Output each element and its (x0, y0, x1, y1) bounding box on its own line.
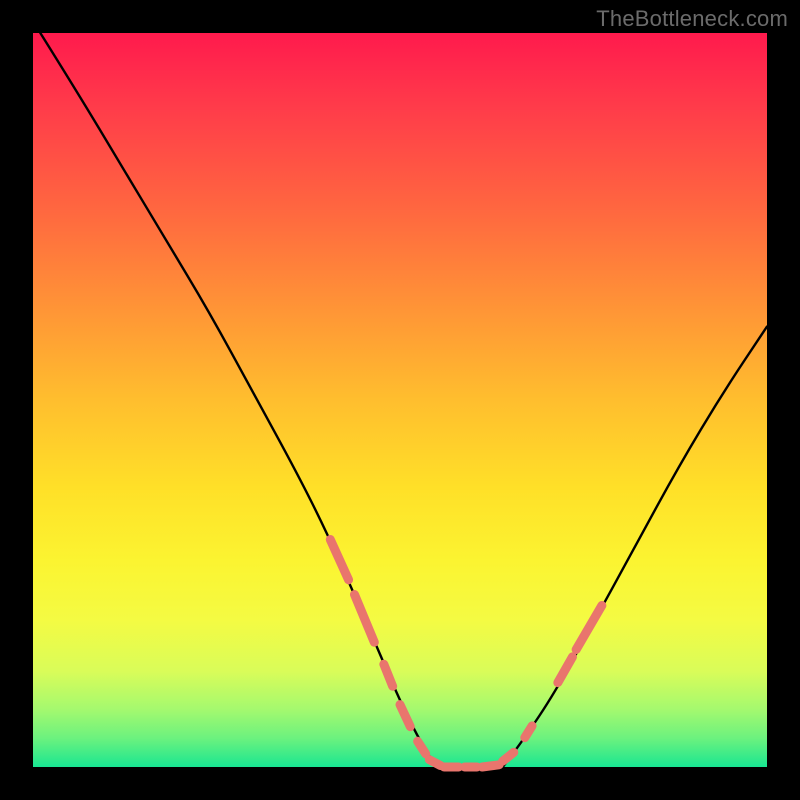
highlight-segment (482, 765, 499, 767)
highlight-segments (330, 539, 602, 767)
highlight-segment (418, 741, 426, 753)
bottleneck-curve (40, 33, 767, 767)
plot-area (33, 33, 767, 767)
highlight-segment (384, 664, 393, 686)
curve-layer (33, 33, 767, 767)
highlight-segment (400, 705, 410, 727)
highlight-segment (503, 752, 514, 761)
highlight-segment (330, 539, 348, 579)
highlight-segment (576, 606, 602, 650)
watermark-text: TheBottleneck.com (596, 6, 788, 32)
highlight-segment (558, 657, 573, 683)
highlight-segment (429, 760, 440, 766)
highlight-segment (525, 726, 532, 738)
highlight-segment (354, 595, 374, 643)
chart-frame: TheBottleneck.com (0, 0, 800, 800)
